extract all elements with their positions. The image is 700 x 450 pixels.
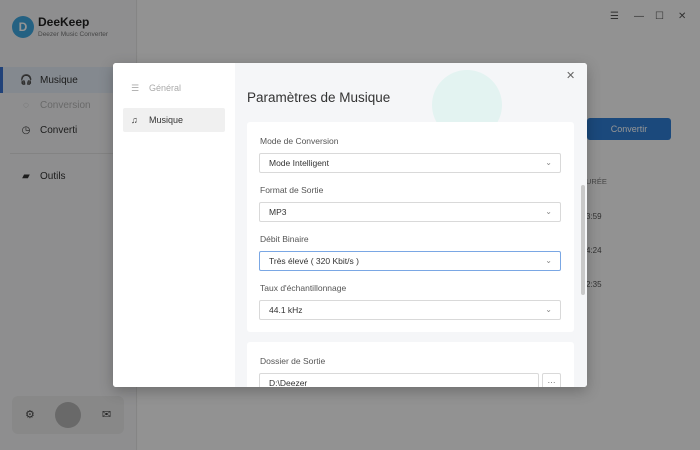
conversion-mode-value: Mode Intelligent bbox=[269, 158, 330, 168]
settings-dialog: ☰ Général ♫ Musique Paramètres de Musiqu… bbox=[113, 63, 587, 387]
sample-rate-value: 44.1 kHz bbox=[269, 305, 303, 315]
output-folder-label: Dossier de Sortie bbox=[260, 356, 326, 366]
sample-rate-select[interactable]: 44.1 kHz ⌄ bbox=[259, 300, 561, 320]
output-format-label: Format de Sortie bbox=[260, 185, 324, 195]
settings-scrollbar[interactable] bbox=[581, 185, 585, 295]
output-folder-card: Dossier de Sortie D:\Deezer ··· bbox=[247, 342, 574, 387]
output-folder-input[interactable]: D:\Deezer bbox=[259, 373, 539, 387]
settings-nav-label: Général bbox=[149, 83, 182, 93]
conversion-mode-select[interactable]: Mode Intelligent ⌄ bbox=[259, 153, 561, 173]
close-dialog-icon[interactable]: ✕ bbox=[566, 69, 575, 82]
dialog-title: Paramètres de Musique bbox=[247, 90, 391, 105]
chevron-down-icon: ⌄ bbox=[545, 305, 552, 314]
bitrate-label: Débit Binaire bbox=[260, 234, 309, 244]
chevron-down-icon: ⌄ bbox=[545, 256, 552, 265]
sliders-icon: ☰ bbox=[131, 82, 140, 93]
conversion-mode-label: Mode de Conversion bbox=[260, 136, 339, 146]
settings-content: Paramètres de Musique Mode de Conversion… bbox=[235, 63, 587, 387]
settings-nav: ☰ Général ♫ Musique bbox=[113, 63, 235, 387]
chevron-down-icon: ⌄ bbox=[545, 207, 552, 216]
audio-settings-card: Mode de Conversion Mode Intelligent ⌄ Fo… bbox=[247, 122, 574, 332]
settings-nav-general[interactable]: ☰ Général bbox=[123, 76, 225, 100]
chevron-down-icon: ⌄ bbox=[545, 158, 552, 167]
output-format-select[interactable]: MP3 ⌄ bbox=[259, 202, 561, 222]
bitrate-select[interactable]: Très élevé ( 320 Kbit/s ) ⌄ bbox=[259, 251, 561, 271]
settings-nav-label: Musique bbox=[149, 115, 184, 125]
browse-folder-button[interactable]: ··· bbox=[542, 373, 561, 387]
output-format-value: MP3 bbox=[269, 207, 287, 217]
music-note-icon: ♫ bbox=[131, 115, 138, 125]
sample-rate-label: Taux d'échantillonnage bbox=[260, 283, 347, 293]
bitrate-value: Très élevé ( 320 Kbit/s ) bbox=[269, 256, 359, 266]
settings-nav-musique[interactable]: ♫ Musique bbox=[123, 108, 225, 132]
